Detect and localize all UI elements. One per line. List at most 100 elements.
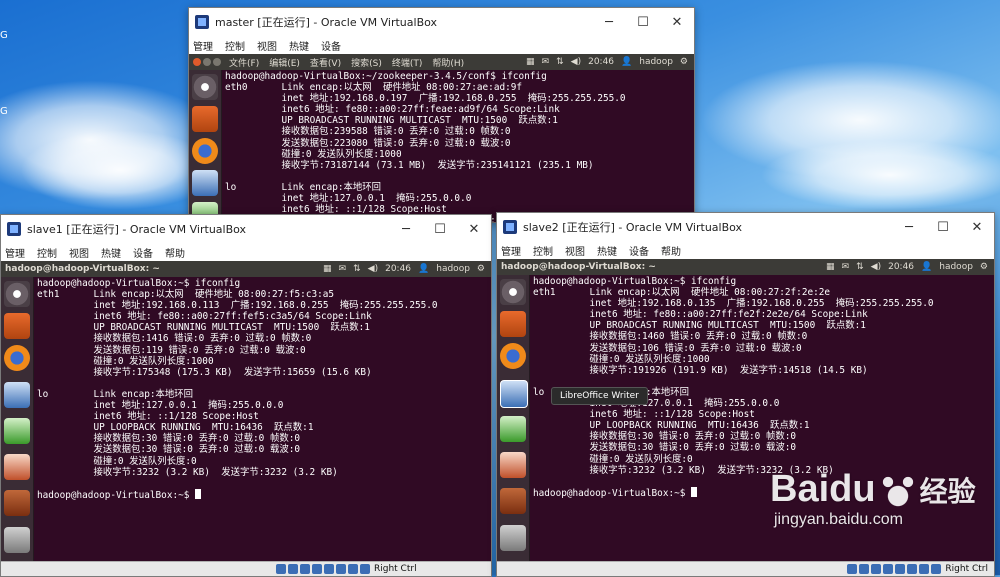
mail-icon[interactable]: ✉ bbox=[339, 264, 347, 274]
calc-icon[interactable] bbox=[4, 418, 30, 444]
slave1-window[interactable]: slave1 [正在运行] - Oracle VM VirtualBox ─ ☐… bbox=[0, 214, 492, 577]
volume-icon[interactable]: ◀) bbox=[571, 57, 581, 67]
terminal-line: inet 地址:192.168.0.135 广播:192.168.0.255 掩… bbox=[533, 298, 934, 310]
network-adapter-icon[interactable] bbox=[895, 564, 906, 574]
mouse-integration-icon[interactable] bbox=[348, 564, 358, 574]
minimize-icon[interactable] bbox=[203, 58, 211, 66]
files-icon[interactable] bbox=[4, 313, 30, 339]
close-button[interactable]: ✕ bbox=[960, 220, 994, 235]
impress-icon[interactable] bbox=[500, 452, 526, 478]
harddisk-icon[interactable] bbox=[276, 564, 286, 574]
software-center-icon[interactable] bbox=[500, 488, 526, 514]
maximize-button[interactable]: ☐ bbox=[626, 15, 660, 30]
dash-home-icon[interactable] bbox=[500, 279, 526, 305]
usb-icon[interactable] bbox=[871, 564, 882, 574]
close-button[interactable]: ✕ bbox=[660, 15, 694, 30]
menu-item-help[interactable]: 帮助 bbox=[165, 245, 185, 260]
watermark-url: jingyan.baidu.com bbox=[774, 511, 903, 528]
dash-home-icon[interactable] bbox=[4, 281, 30, 307]
close-button[interactable]: ✕ bbox=[457, 222, 491, 237]
menu-item-view[interactable]: 视图 bbox=[565, 243, 585, 258]
menu-item-devices[interactable]: 设备 bbox=[629, 243, 649, 258]
files-icon[interactable] bbox=[500, 311, 526, 337]
firefox-icon[interactable] bbox=[500, 343, 526, 369]
menu-item-manage[interactable]: 管理 bbox=[5, 245, 25, 260]
minimize-button[interactable]: ─ bbox=[892, 220, 926, 235]
clock[interactable]: 20:46 bbox=[888, 262, 914, 272]
network-icon[interactable]: ⇅ bbox=[353, 264, 361, 274]
display-icon[interactable] bbox=[336, 564, 346, 574]
clock[interactable]: 20:46 bbox=[385, 264, 411, 274]
keyboard-icon[interactable]: ▦ bbox=[826, 262, 835, 272]
writer-icon[interactable] bbox=[500, 380, 528, 408]
shared-folders-icon[interactable] bbox=[883, 564, 894, 574]
keyboard-icon[interactable]: ▦ bbox=[323, 264, 332, 274]
impress-icon[interactable] bbox=[4, 454, 30, 480]
writer-icon[interactable] bbox=[4, 382, 30, 408]
usb-icon[interactable] bbox=[300, 564, 310, 574]
firefox-icon[interactable] bbox=[4, 345, 30, 371]
optical-drive-icon[interactable] bbox=[288, 564, 298, 574]
keyboard-icon[interactable]: ▦ bbox=[526, 57, 535, 67]
menu-item-manage[interactable]: 管理 bbox=[193, 38, 213, 53]
menu-item-view[interactable]: 视图 bbox=[257, 38, 277, 53]
menu-item-hotkey[interactable]: 热键 bbox=[597, 243, 617, 258]
firefox-icon[interactable] bbox=[192, 138, 218, 164]
menu-item-hotkey[interactable]: 热键 bbox=[289, 38, 309, 53]
mouse-integration-icon[interactable] bbox=[919, 564, 930, 574]
dash-home-icon[interactable] bbox=[192, 74, 218, 100]
menu-item-control[interactable]: 控制 bbox=[225, 38, 245, 53]
terminal-menu-edit[interactable]: 编辑(E) bbox=[269, 56, 300, 69]
shared-folders-icon[interactable] bbox=[312, 564, 322, 574]
software-center-icon[interactable] bbox=[4, 490, 30, 516]
network-icon[interactable]: ⇅ bbox=[856, 262, 864, 272]
menu-item-devices[interactable]: 设备 bbox=[133, 245, 153, 260]
menu-item-view[interactable]: 视图 bbox=[69, 245, 89, 260]
terminal-menu-terminal[interactable]: 终端(T) bbox=[392, 56, 423, 69]
optical-drive-icon[interactable] bbox=[859, 564, 870, 574]
volume-icon[interactable]: ◀) bbox=[368, 264, 378, 274]
display-icon[interactable] bbox=[907, 564, 918, 574]
terminal-menu-search[interactable]: 搜索(S) bbox=[351, 56, 382, 69]
gear-icon[interactable]: ⚙ bbox=[680, 57, 688, 67]
slave2-titlebar[interactable]: slave2 [正在运行] - Oracle VM VirtualBox ─ ☐… bbox=[497, 213, 994, 241]
network-adapter-icon[interactable] bbox=[324, 564, 334, 574]
terminal-line: inet6 地址: fe80::a00:27ff:feae:ad9f/64 Sc… bbox=[225, 104, 560, 116]
username[interactable]: hadoop bbox=[639, 57, 673, 67]
terminal-menu-view[interactable]: 查看(V) bbox=[310, 56, 341, 69]
master-terminal-output[interactable]: hadoop@hadoop-VirtualBox:~/zookeeper-3.4… bbox=[225, 70, 694, 222]
maximize-icon[interactable] bbox=[213, 58, 221, 66]
slave1-terminal-output[interactable]: hadoop@hadoop-VirtualBox:~$ ifconfig eth1… bbox=[37, 277, 491, 562]
trash-icon[interactable] bbox=[500, 525, 526, 551]
volume-icon[interactable]: ◀) bbox=[871, 262, 881, 272]
terminal-menu-help[interactable]: 帮助(H) bbox=[432, 56, 464, 69]
network-icon[interactable]: ⇅ bbox=[556, 57, 564, 67]
gear-icon[interactable]: ⚙ bbox=[477, 264, 485, 274]
calc-icon[interactable] bbox=[500, 416, 526, 442]
mail-icon[interactable]: ✉ bbox=[542, 57, 550, 67]
username[interactable]: hadoop bbox=[436, 264, 470, 274]
writer-icon[interactable] bbox=[192, 170, 218, 196]
minimize-button[interactable]: ─ bbox=[389, 222, 423, 237]
minimize-button[interactable]: ─ bbox=[592, 15, 626, 30]
menu-item-devices[interactable]: 设备 bbox=[321, 38, 341, 53]
maximize-button[interactable]: ☐ bbox=[423, 222, 457, 237]
menu-item-help[interactable]: 帮助 bbox=[661, 243, 681, 258]
menu-item-control[interactable]: 控制 bbox=[533, 243, 553, 258]
terminal-menu-file[interactable]: 文件(F) bbox=[229, 56, 259, 69]
master-titlebar[interactable]: master [正在运行] - Oracle VM VirtualBox ─ ☐… bbox=[189, 8, 694, 36]
slave1-titlebar[interactable]: slave1 [正在运行] - Oracle VM VirtualBox ─ ☐… bbox=[1, 215, 491, 243]
clock[interactable]: 20:46 bbox=[588, 57, 614, 67]
master-window[interactable]: master [正在运行] - Oracle VM VirtualBox ─ ☐… bbox=[188, 7, 695, 223]
harddisk-icon[interactable] bbox=[847, 564, 858, 574]
menu-item-hotkey[interactable]: 热键 bbox=[101, 245, 121, 260]
menu-item-manage[interactable]: 管理 bbox=[501, 243, 521, 258]
menu-item-control[interactable]: 控制 bbox=[37, 245, 57, 260]
files-icon[interactable] bbox=[192, 106, 218, 132]
gear-icon[interactable]: ⚙ bbox=[980, 262, 988, 272]
username[interactable]: hadoop bbox=[939, 262, 973, 272]
maximize-button[interactable]: ☐ bbox=[926, 220, 960, 235]
trash-icon[interactable] bbox=[4, 527, 30, 553]
close-icon[interactable] bbox=[193, 58, 201, 66]
mail-icon[interactable]: ✉ bbox=[842, 262, 850, 272]
